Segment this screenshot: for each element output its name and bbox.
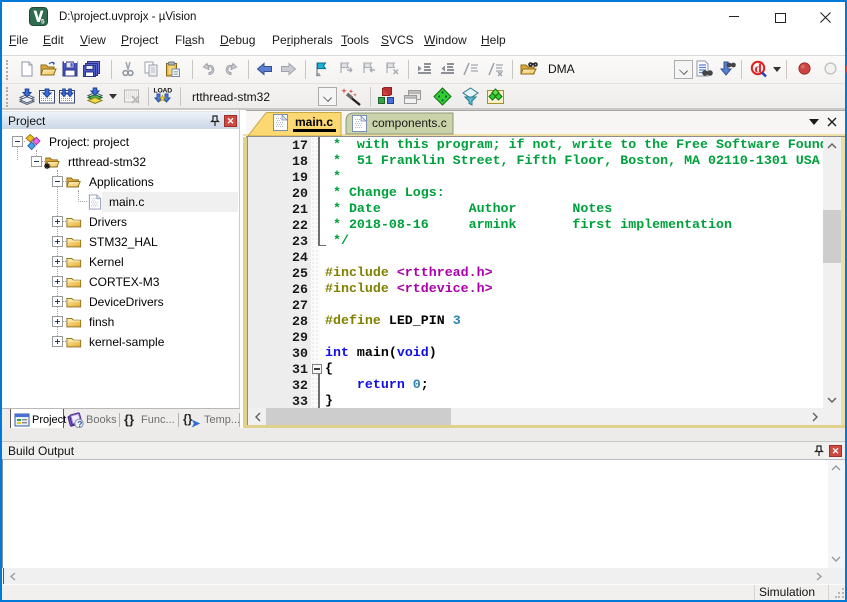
svg-text:d: d <box>755 61 763 76</box>
svg-text:LOAD: LOAD <box>154 88 173 95</box>
svg-text:5: 5 <box>41 18 45 25</box>
